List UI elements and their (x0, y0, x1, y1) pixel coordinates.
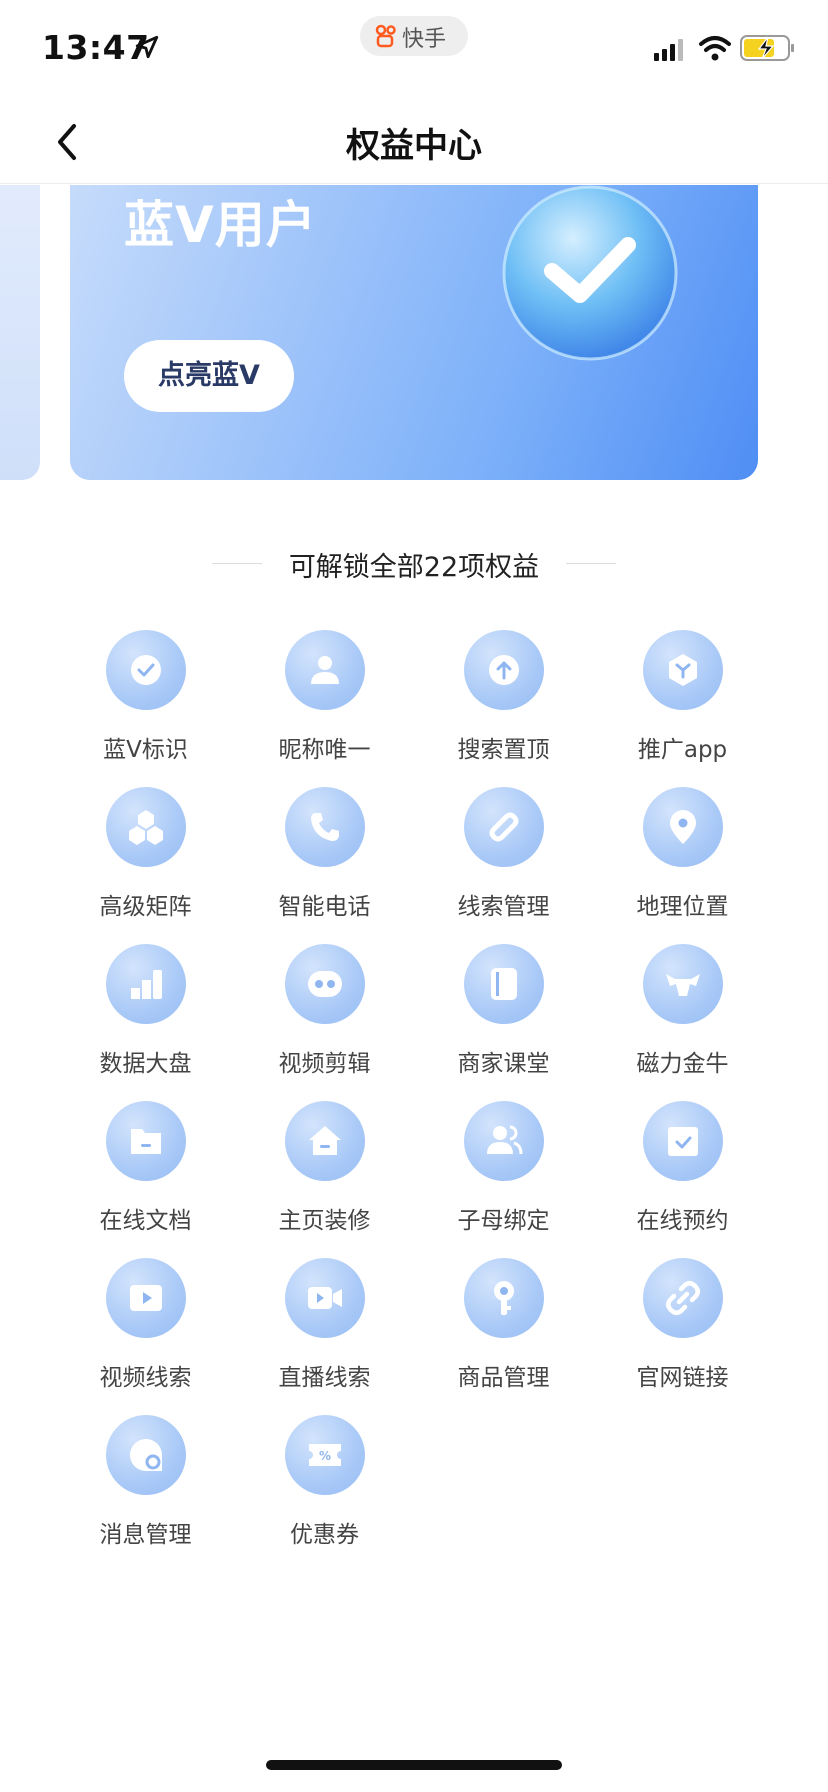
app-name: 快手 (402, 27, 447, 52)
benefit-item[interactable]: 蓝V标识 (56, 630, 235, 790)
benefit-label: 推广app (637, 737, 728, 763)
benefit-item[interactable]: 直播线索 (235, 1258, 414, 1418)
user-icon (285, 630, 365, 710)
benefit-item[interactable]: 地理位置 (593, 787, 772, 947)
status-bar: 13:47 快手 (0, 0, 828, 100)
benefit-label: 在线文档 (99, 1208, 192, 1234)
app-indicator-pill[interactable]: 快手 (360, 16, 468, 56)
kuaishou-logo-icon (375, 24, 396, 48)
folder-icon (106, 1101, 186, 1181)
box-icon (643, 630, 723, 710)
play-icon (106, 1258, 186, 1338)
benefit-item[interactable]: 在线文档 (56, 1101, 235, 1261)
phone-icon (285, 787, 365, 867)
benefit-label: 视频剪辑 (278, 1051, 371, 1077)
benefit-item[interactable]: 商家课堂 (414, 944, 593, 1104)
benefit-item[interactable]: 子母绑定 (414, 1101, 593, 1261)
benefit-label: 在线预约 (636, 1208, 729, 1234)
signal-icon (654, 39, 683, 61)
link-chain-icon (464, 787, 544, 867)
benefit-item[interactable]: 视频剪辑 (235, 944, 414, 1104)
benefits-count-title: 可解锁全部22项权益 (288, 552, 540, 583)
benefit-item[interactable]: 在线预约 (593, 1101, 772, 1261)
calendar-check-icon (643, 1101, 723, 1181)
benefit-label: 地理位置 (636, 894, 729, 920)
bull-icon (643, 944, 723, 1024)
benefit-item[interactable]: 智能电话 (235, 787, 414, 947)
benefit-label: 官网链接 (636, 1365, 729, 1391)
light-blue-v-button[interactable]: 点亮蓝V (124, 340, 294, 412)
coupon-icon: % (285, 1415, 365, 1495)
svg-text:%: % (319, 1449, 331, 1463)
benefit-item[interactable]: 线索管理 (414, 787, 593, 947)
benefit-item[interactable]: 昵称唯一 (235, 630, 414, 790)
benefit-label: 视频线索 (99, 1365, 192, 1391)
benefit-label: 搜索置顶 (457, 737, 550, 763)
benefit-label: 消息管理 (99, 1522, 192, 1548)
location-arrow-icon (135, 35, 159, 59)
blue-v-banner-card[interactable]: 蓝V用户 点亮蓝V (70, 185, 758, 480)
check-circle-icon (106, 630, 186, 710)
home-icon (285, 1101, 365, 1181)
benefits-section-header: 可解锁全部22项权益 (0, 543, 828, 583)
users-icon (464, 1101, 544, 1181)
benefit-item[interactable]: 官网链接 (593, 1258, 772, 1418)
film-reel-icon (285, 944, 365, 1024)
previous-banner-card[interactable] (0, 185, 40, 480)
wifi-icon (699, 36, 731, 61)
benefit-item[interactable]: 商品管理 (414, 1258, 593, 1418)
benefit-label: 优惠券 (290, 1522, 359, 1548)
battery-charging-icon (740, 35, 794, 61)
banner-carousel[interactable]: 蓝V用户 点亮蓝V (0, 185, 828, 480)
benefit-item[interactable]: 磁力金牛 (593, 944, 772, 1104)
benefit-label: 直播线索 (278, 1365, 371, 1391)
banner-title: 蓝V用户 (124, 196, 317, 254)
arrow-up-icon (464, 630, 544, 710)
video-camera-icon (285, 1258, 365, 1338)
page-title: 权益中心 (346, 126, 482, 166)
benefit-item[interactable]: 消息管理 (56, 1415, 235, 1575)
benefit-label: 智能电话 (278, 894, 371, 920)
home-indicator[interactable] (266, 1760, 562, 1770)
benefit-item[interactable]: 视频线索 (56, 1258, 235, 1418)
benefit-label: 磁力金牛 (636, 1051, 729, 1077)
benefit-item[interactable]: 数据大盘 (56, 944, 235, 1104)
key-icon (464, 1258, 544, 1338)
chat-gear-icon (106, 1415, 186, 1495)
benefit-label: 商品管理 (457, 1365, 550, 1391)
benefit-label: 蓝V标识 (103, 737, 188, 763)
bar-chart-icon (106, 944, 186, 1024)
cubes-icon (106, 787, 186, 867)
benefit-item[interactable]: 主页装修 (235, 1101, 414, 1261)
benefit-label: 数据大盘 (99, 1051, 192, 1077)
benefit-label: 主页装修 (278, 1208, 371, 1234)
benefit-item[interactable]: 推广app (593, 630, 772, 790)
benefit-label: 高级矩阵 (99, 894, 192, 920)
benefit-item[interactable]: 高级矩阵 (56, 787, 235, 947)
benefit-label: 商家课堂 (457, 1051, 550, 1077)
link-icon (643, 1258, 723, 1338)
benefit-label: 昵称唯一 (278, 737, 371, 763)
benefit-item[interactable]: 搜索置顶 (414, 630, 593, 790)
location-pin-icon (643, 787, 723, 867)
verified-check-badge-icon (502, 185, 678, 361)
benefit-item[interactable]: % 优惠券 (235, 1415, 414, 1575)
benefit-label: 子母绑定 (457, 1208, 550, 1234)
nav-bar: 权益中心 (0, 100, 828, 184)
book-icon (464, 944, 544, 1024)
benefit-label: 线索管理 (457, 894, 550, 920)
divider-line-right (566, 563, 616, 564)
